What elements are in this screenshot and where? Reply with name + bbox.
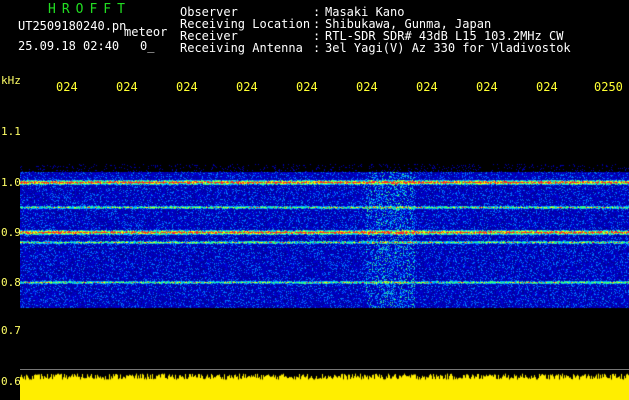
- filename-label: UT2509180240.pn: [18, 19, 127, 33]
- freq-unit-label: kHz: [1, 74, 21, 87]
- signal-level-bar: [20, 370, 629, 400]
- freq-tick: 0.8: [1, 276, 21, 289]
- freq-tick: 1.0: [1, 176, 21, 189]
- hrofft-logo: HROFFT: [48, 2, 131, 17]
- marker-label: 0_: [140, 39, 155, 53]
- antenna-colon: :: [313, 41, 321, 55]
- antenna-label: Receiving Antenna: [180, 41, 303, 55]
- freq-tick: 0.7: [1, 324, 21, 337]
- freq-tick: 0.6: [1, 375, 21, 388]
- spectrogram-canvas: [20, 92, 629, 370]
- datetime-label: 25.09.18 02:40: [18, 39, 120, 53]
- mode-label: meteor: [124, 25, 168, 39]
- freq-tick: 0.9: [1, 226, 21, 239]
- antenna-value: 3el Yagi(V) Az 330 for Vladivostok: [325, 41, 571, 55]
- freq-tick: 1.1: [1, 125, 21, 138]
